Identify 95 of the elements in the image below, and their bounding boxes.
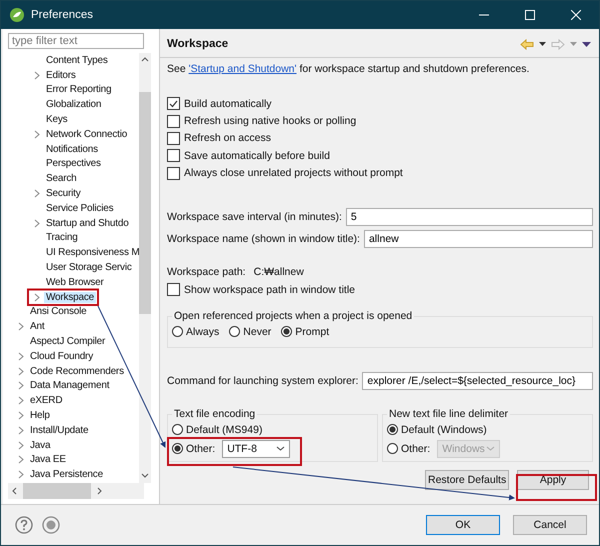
radio-label: Other: (401, 442, 430, 455)
tree-item[interactable]: Error Reporting (44, 84, 114, 96)
tree-item[interactable]: Search (44, 173, 78, 184)
highlight-frame (27, 288, 99, 306)
vertical-scrollbar[interactable] (139, 53, 151, 483)
checkbox[interactable] (167, 283, 180, 296)
startup-link[interactable]: 'Startup and Shutdown' (188, 63, 297, 75)
dropdown-icon[interactable] (539, 42, 546, 46)
chevron-icon[interactable] (34, 130, 40, 139)
tree-item[interactable]: Workspace (44, 292, 96, 303)
radio-button[interactable] (229, 326, 240, 338)
group-title: Open referenced projects when a project is opened (173, 310, 414, 322)
tree-item[interactable]: Network Connectio (44, 128, 130, 140)
field-label: Workspace path: (167, 266, 246, 278)
dialog-button[interactable]: OK (426, 515, 500, 535)
checkbox[interactable] (167, 132, 180, 145)
maximize-icon[interactable] (525, 10, 535, 20)
tree-item[interactable]: UI Responsiveness M (44, 247, 139, 258)
window-title: Preferences (31, 9, 94, 21)
explorer-command-field[interactable]: explorer /E,/select=${selected_resource_loc} (362, 372, 593, 390)
tree-item[interactable]: Ansi Console (28, 306, 89, 318)
tree-item[interactable]: eXERD (28, 395, 64, 406)
combo-box[interactable]: UTF-8 (222, 440, 290, 458)
scroll-right-icon[interactable] (97, 487, 102, 495)
chevron-icon[interactable] (34, 218, 40, 228)
tree-item[interactable]: Ant (28, 321, 46, 332)
field-label: Workspace name (shown in window title): (167, 232, 360, 245)
tree-item[interactable]: AspectJ Compiler (28, 336, 108, 348)
scroll-left-icon[interactable] (12, 487, 17, 495)
workspace-path: C:₩allnew (254, 266, 304, 278)
checkbox[interactable] (167, 114, 180, 128)
radio-label: Always (186, 326, 220, 338)
chevron-icon[interactable] (34, 70, 40, 80)
tree-item[interactable]: Install/Update (28, 424, 90, 436)
tree-item[interactable]: Web Browser (44, 276, 106, 288)
radio-label: Default (MS949) (186, 424, 262, 436)
tree-item[interactable]: Perspectives (44, 158, 103, 170)
tree-item[interactable]: User Storage Servic (44, 262, 134, 274)
checkbox-label: Refresh on access (184, 132, 271, 144)
tree-item[interactable]: Security (44, 188, 83, 200)
tree-item[interactable]: Content Types (44, 54, 110, 66)
tree-item[interactable]: Keys (44, 114, 70, 126)
checkbox-label: Always close unrelated projects without prompt (184, 167, 403, 180)
tree-item[interactable]: Service Policies (44, 202, 116, 214)
checkbox[interactable] (167, 166, 180, 180)
radio-label: Never (243, 326, 272, 338)
chevron-icon[interactable] (34, 189, 40, 198)
tree-item[interactable]: Data Management (28, 380, 112, 392)
tree-item[interactable]: Code Recommenders (28, 366, 126, 377)
tree-item[interactable]: Globalization (44, 99, 104, 110)
checkbox[interactable] (167, 97, 180, 110)
record-icon[interactable] (42, 516, 60, 534)
radio-button[interactable] (387, 424, 398, 436)
horizontal-scrollbar[interactable] (8, 483, 144, 499)
group-title: New text file line delimiter (388, 408, 510, 420)
field-label: Command for launching system explorer: (167, 375, 358, 388)
checkbox-label: Save automatically before build (184, 150, 330, 162)
field-label: Workspace save interval (in minutes): (167, 210, 342, 223)
workspace-name-field[interactable]: allnew (364, 230, 593, 248)
tree-item[interactable]: Java Persistence (28, 469, 105, 480)
intro-text: See 'Startup and Shutdown' for workspace startup and shutdown preferences. (167, 63, 530, 77)
close-icon[interactable] (571, 10, 581, 20)
radio-button[interactable] (172, 443, 183, 454)
checkbox-label: Refresh using native hooks or polling (184, 115, 356, 128)
radio-label: Default (Windows) (401, 424, 487, 436)
chevron-icon[interactable] (34, 292, 40, 302)
checkbox[interactable] (167, 149, 180, 162)
dialog-button[interactable]: Restore Defaults (425, 470, 509, 490)
leaf-icon (9, 7, 25, 23)
tree-item[interactable]: Tracing (44, 232, 80, 244)
dialog-button[interactable]: Cancel (513, 515, 587, 535)
checkbox-label: Build automatically (184, 98, 272, 110)
radio-button[interactable] (387, 443, 398, 454)
radio-button[interactable] (281, 326, 292, 338)
menu-dropdown-icon[interactable] (582, 42, 591, 46)
tree-item[interactable]: Startup and Shutdo (44, 218, 131, 229)
radio-label: Other: (186, 442, 216, 455)
chevron-icon[interactable] (18, 322, 24, 332)
tree-item[interactable]: Editors (44, 70, 78, 81)
checkbox-label: Show workspace path in window title (184, 284, 356, 296)
tree-item[interactable]: Notifications (44, 144, 100, 155)
radio-label: Prompt (295, 326, 330, 338)
tree-item[interactable]: Cloud Foundry (28, 350, 95, 362)
help-icon[interactable] (15, 516, 33, 534)
scroll-down-icon[interactable] (141, 473, 149, 478)
radio-button[interactable] (172, 424, 183, 436)
radio-button[interactable] (172, 326, 183, 338)
tree-item[interactable]: Java EE (28, 454, 68, 466)
tree-item[interactable]: Help (28, 410, 52, 422)
scroll-up-icon[interactable] (141, 57, 149, 62)
page-title: Workspace (167, 38, 228, 50)
group-title: Text file encoding (173, 408, 256, 420)
tree-item[interactable]: Java (28, 440, 52, 451)
filter-field[interactable]: type filter text (8, 33, 144, 49)
save-interval-field[interactable]: 5 (346, 208, 593, 226)
